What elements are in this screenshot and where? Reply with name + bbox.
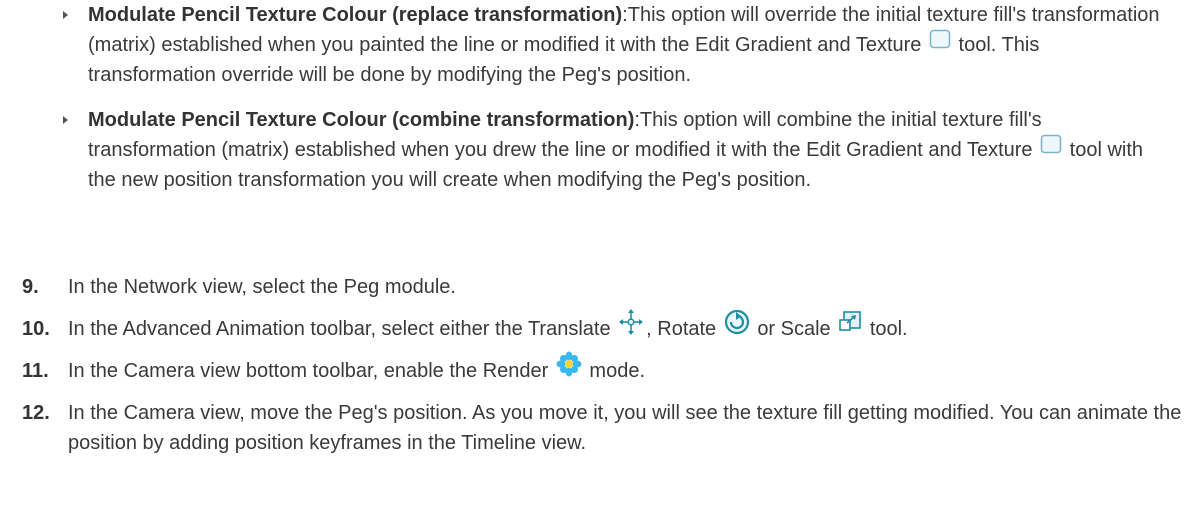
option-list: Modulate Pencil Texture Colour (replace …: [60, 0, 1170, 195]
step-text: mode.: [589, 360, 646, 382]
step-number: 11.: [22, 360, 49, 382]
step-text: tool.: [869, 318, 908, 340]
step-9: 9. In the Network view, select the Peg m…: [22, 272, 1182, 302]
step-list: 10. In the Advanced Animation toolbar, s…: [22, 309, 1182, 345]
step-list: 9. In the Network view, select the Peg m…: [22, 272, 1182, 302]
translate-icon: [618, 308, 644, 345]
step-number: 9.: [22, 276, 39, 298]
step-10: 10. In the Advanced Animation toolbar, s…: [22, 309, 1182, 345]
step-12: 12. In the Camera view, move the Peg's p…: [22, 398, 1182, 458]
scale-icon: [838, 310, 862, 343]
option-title: Modulate Pencil Texture Colour (combine …: [88, 109, 635, 131]
bullet-marker: [63, 116, 68, 124]
step-text: In the Camera view bottom toolbar, enabl…: [68, 360, 549, 382]
rotate-icon: [724, 309, 750, 344]
edit-gradient-texture-icon: [929, 28, 951, 58]
step-number: 10.: [22, 318, 50, 340]
document-page: Modulate Pencil Texture Colour (replace …: [0, 0, 1188, 505]
step-text: or Scale: [757, 318, 831, 340]
bullet-marker: [63, 11, 68, 19]
option-title: Modulate Pencil Texture Colour (replace …: [88, 4, 623, 26]
step-number: 12.: [22, 402, 50, 424]
option-combine-transformation: Modulate Pencil Texture Colour (combine …: [60, 105, 1170, 195]
step-text: In the Advanced Animation toolbar, selec…: [68, 318, 611, 340]
step-text: , Rotate: [646, 318, 717, 340]
step-list: 12. In the Camera view, move the Peg's p…: [22, 398, 1182, 458]
edit-gradient-texture-icon: [1040, 133, 1062, 163]
step-text: In the Network view, select the Peg modu…: [68, 276, 456, 298]
option-replace-transformation: Modulate Pencil Texture Colour (replace …: [60, 0, 1170, 90]
step-list: 11. In the Camera view bottom toolbar, e…: [22, 351, 1182, 386]
step-text: In the Camera view, move the Peg's posit…: [68, 402, 1182, 454]
render-icon: [556, 351, 582, 386]
step-11: 11. In the Camera view bottom toolbar, e…: [22, 351, 1182, 386]
